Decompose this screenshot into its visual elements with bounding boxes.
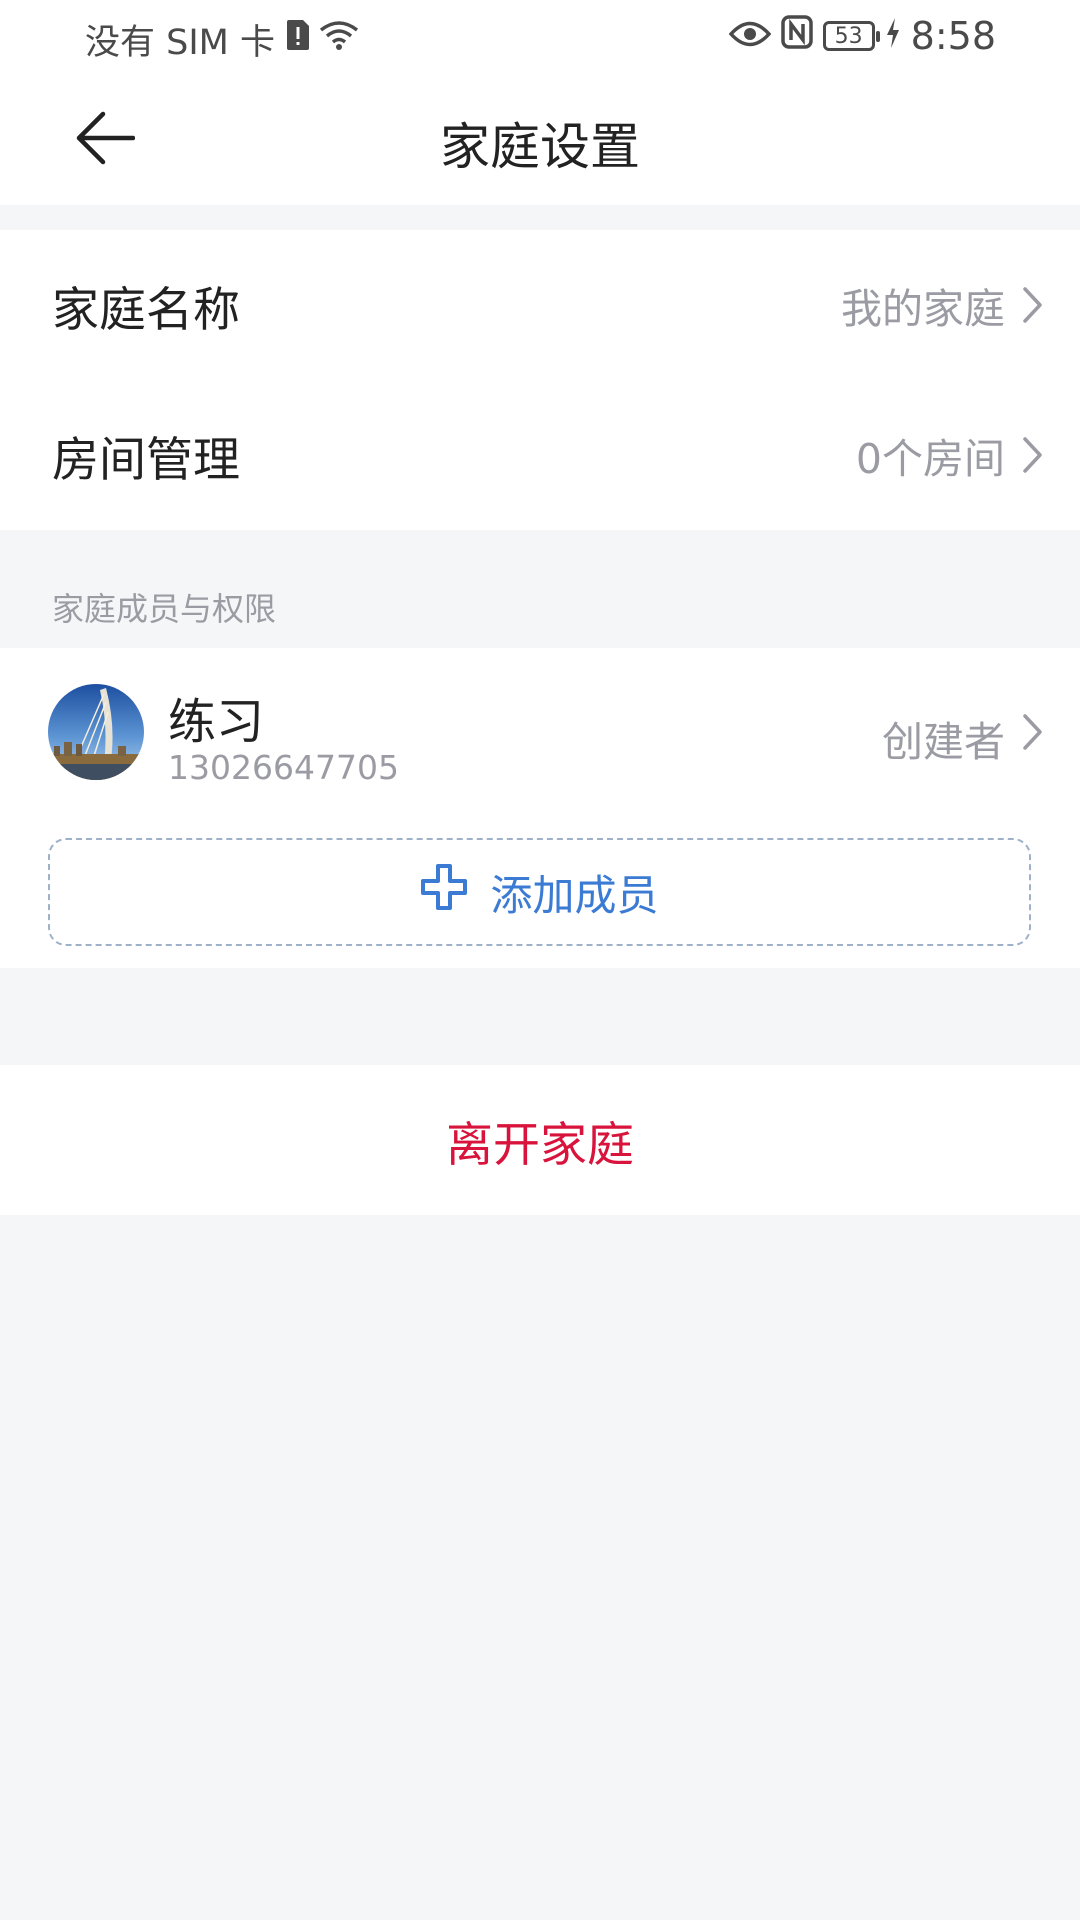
clock: 8:58 [910,14,996,58]
settings-card: 家庭名称 我的家庭 房间管理 0个房间 [0,230,1080,530]
page-title: 家庭设置 [440,118,640,176]
wifi-icon [319,18,359,61]
header: 家庭设置 [0,75,1080,205]
member-role: 创建者 [882,718,1005,766]
add-member-button[interactable]: 添加成员 [48,838,1031,946]
room-management-label: 房间管理 [52,432,240,488]
member-name: 练习 [168,694,265,750]
plus-icon [420,863,468,921]
chevron-right-icon [1023,437,1042,473]
family-name-value: 我的家庭 [841,285,1005,333]
leave-family-button[interactable]: 离开家庭 [0,1065,1080,1215]
carrier-text: 没有 SIM 卡 [85,23,275,63]
family-name-row[interactable]: 家庭名称 我的家庭 [0,230,1080,380]
status-left: 没有 SIM 卡 [85,14,359,65]
add-member-label: 添加成员 [490,870,659,920]
leave-family-label: 离开家庭 [446,1117,634,1173]
sim-alert-icon [285,18,311,61]
members-card: 练习 13026647705 创建者 添加成员 [0,648,1080,968]
family-name-label: 家庭名称 [52,282,240,338]
member-phone: 13026647705 [168,748,399,787]
nfc-icon [780,14,813,58]
status-bar: 没有 SIM 卡 53 8:58 [0,0,1080,75]
avatar [48,684,144,780]
members-section-title: 家庭成员与权限 [52,590,277,628]
charging-icon [885,14,901,58]
room-management-row[interactable]: 房间管理 0个房间 [0,380,1080,530]
battery-icon: 53 [822,21,880,51]
room-count-value: 0个房间 [855,435,1005,483]
chevron-right-icon [1023,714,1042,750]
chevron-right-icon [1023,287,1042,323]
battery-level: 53 [834,23,863,49]
status-right: 53 8:58 [719,14,996,58]
eye-icon [728,14,772,58]
